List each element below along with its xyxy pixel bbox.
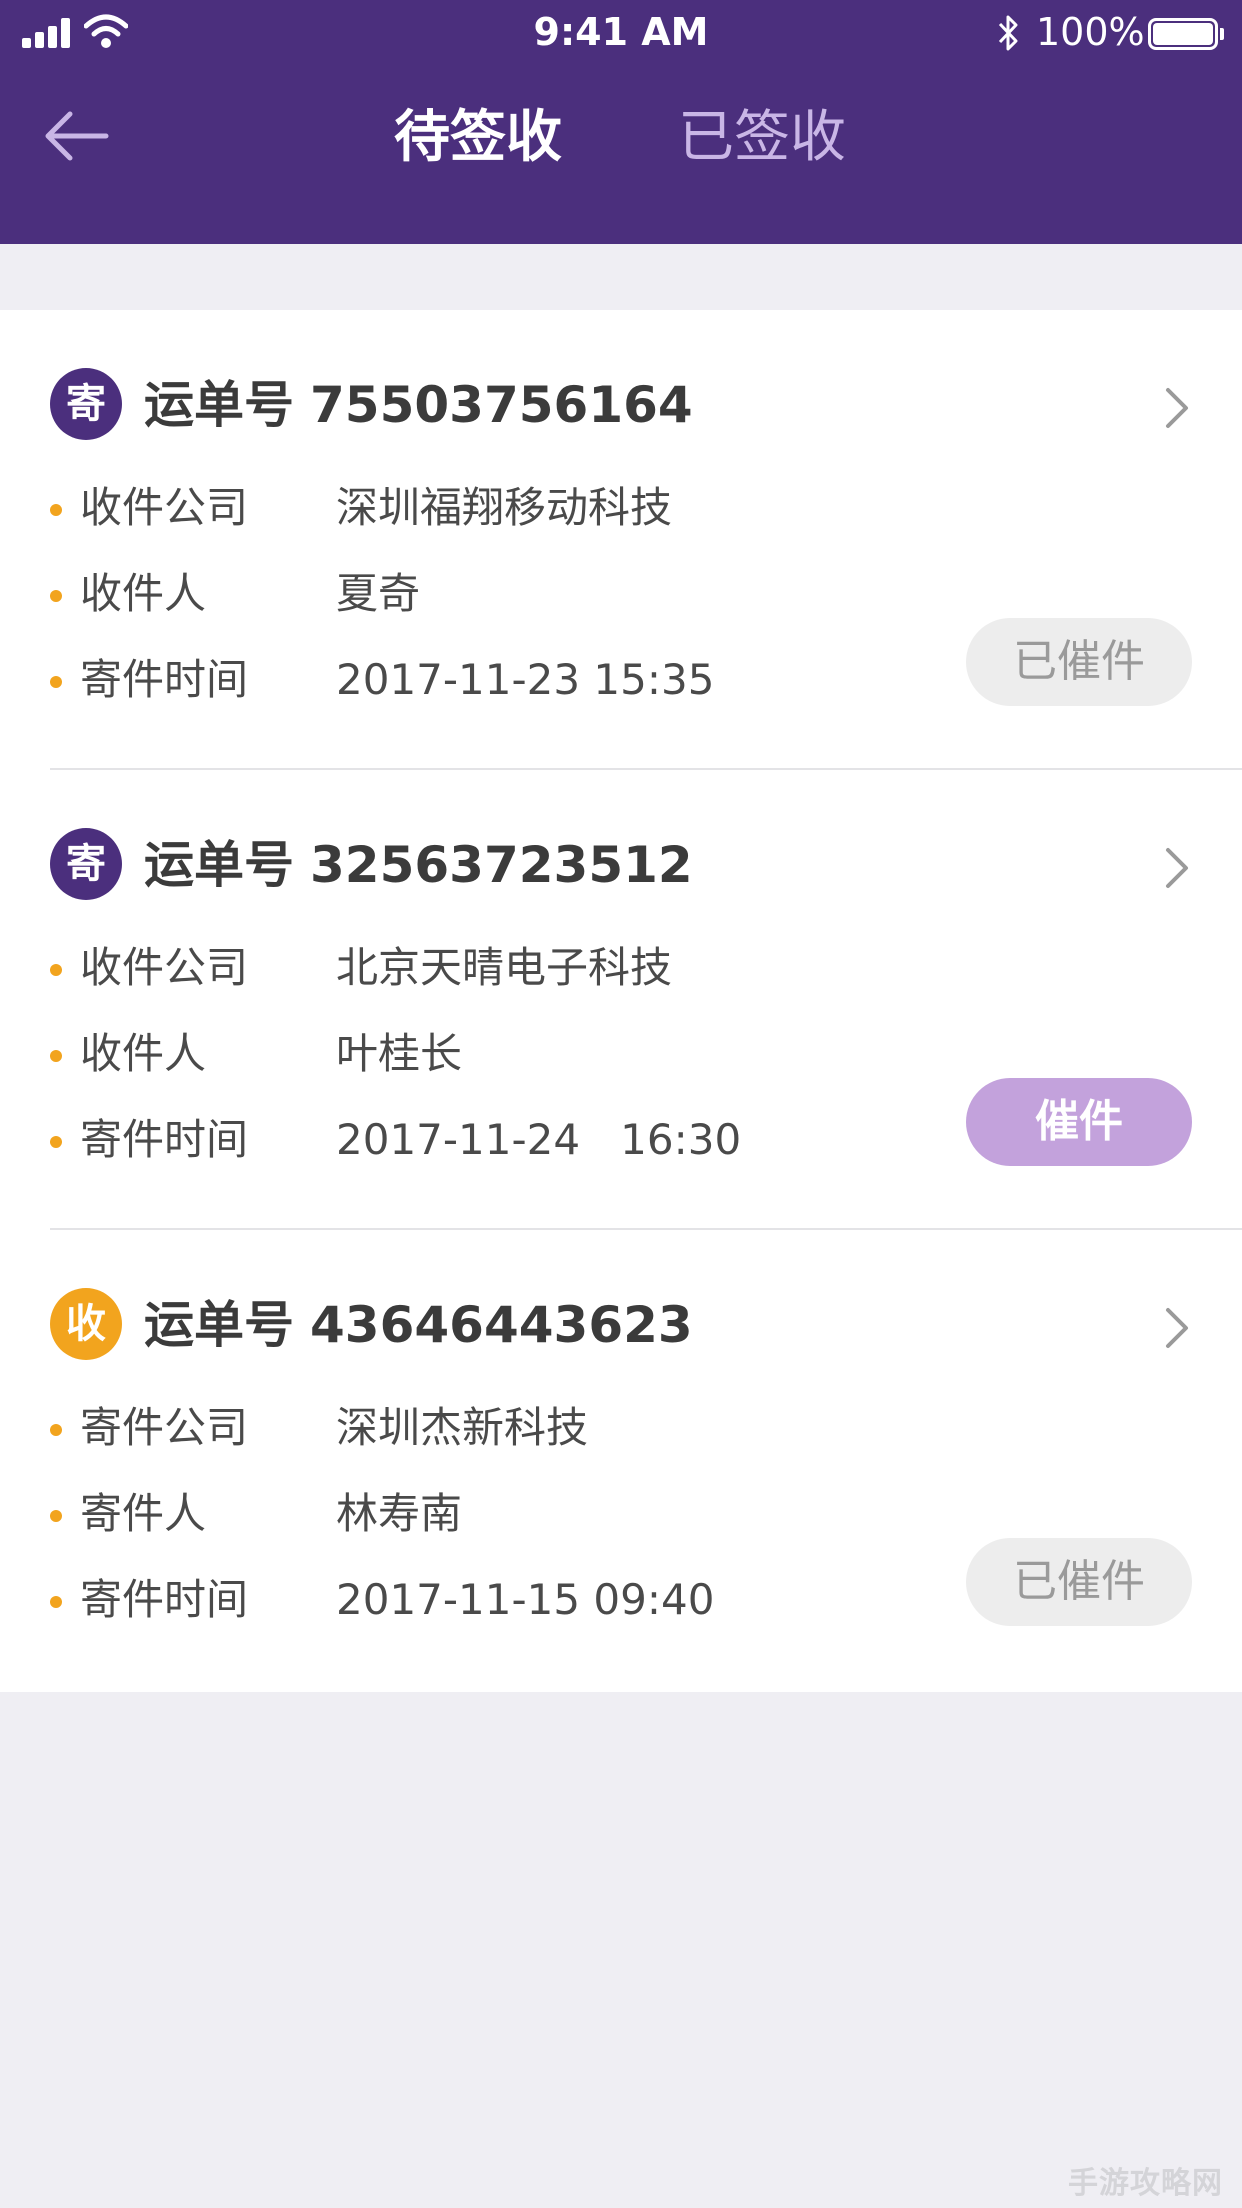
field-value: 夏奇 [336,569,421,618]
waybill-number: 32563723512 [310,836,693,894]
field-row: 寄件时间 2017-11-15 09:40 [50,1570,950,1630]
field-label: 寄件人 [80,1489,207,1538]
field-row: 寄件公司 深圳杰新科技 [50,1398,950,1458]
bullet-dot-icon [50,1510,62,1522]
field-value: 2017-11-24 16:30 [336,1115,742,1164]
bullet-dot-icon [50,676,62,688]
watermark: 手游攻略网 [1068,2166,1223,2201]
chevron-right-icon[interactable] [1162,846,1192,890]
field-row: 收件公司 深圳福翔移动科技 [50,478,950,538]
bullet-dot-icon [50,1424,62,1436]
tab-pending[interactable]: 待签收 [394,100,562,176]
field-value: 林寿南 [336,1489,463,1538]
field-row: 寄件人 林寿南 [50,1484,950,1544]
field-value: 北京天晴电子科技 [336,943,673,992]
field-row: 收件公司 北京天晴电子科技 [50,938,950,998]
bullet-dot-icon [50,1050,62,1062]
field-value: 2017-11-15 09:40 [336,1575,715,1624]
field-value: 深圳福翔移动科技 [336,483,673,532]
bluetooth-icon [998,15,1018,51]
waybill-title: 运单号 43646443623 [144,1290,693,1360]
field-value: 叶桂长 [336,1029,463,1078]
bullet-dot-icon [50,964,62,976]
urged-button[interactable]: 已催件 [966,1538,1192,1626]
bullet-dot-icon [50,1136,62,1148]
waybill-title: 运单号 75503756164 [144,370,693,440]
field-label: 寄件时间 [80,1575,249,1624]
waybill-number: 75503756164 [310,376,693,434]
waybill-card[interactable]: 寄 运单号 32563723512 收件公司 北京天晴电子科技 收件人 叶桂长 寄… [0,770,1242,1230]
status-bar: 9:41 AM 100% [0,0,1242,66]
field-label: 收件人 [80,569,207,618]
field-row: 收件人 夏奇 [50,564,950,624]
send-badge-icon: 寄 [50,368,122,440]
tab-received[interactable]: 已签收 [678,100,846,176]
field-row: 寄件时间 2017-11-24 16:30 [50,1110,950,1170]
field-row: 收件人 叶桂长 [50,1024,950,1084]
receive-badge-icon: 收 [50,1288,122,1360]
waybill-label: 运单号 [144,836,294,894]
bullet-dot-icon [50,504,62,516]
field-label: 收件人 [80,1029,207,1078]
waybill-label: 运单号 [144,376,294,434]
field-row: 寄件时间 2017-11-23 15:35 [50,650,950,710]
field-value: 深圳杰新科技 [336,1403,589,1452]
back-arrow-icon[interactable] [42,108,112,164]
waybill-card[interactable]: 寄 运单号 75503756164 收件公司 深圳福翔移动科技 收件人 夏奇 寄件… [0,310,1242,770]
bullet-dot-icon [50,1596,62,1608]
waybill-label: 运单号 [144,1296,294,1354]
waybill-number: 43646443623 [310,1296,693,1354]
field-label: 收件公司 [80,943,249,992]
chevron-right-icon[interactable] [1162,386,1192,430]
battery-percentage: 100% [1036,10,1145,54]
urge-button[interactable]: 催件 [966,1078,1192,1166]
waybill-list: 寄 运单号 75503756164 收件公司 深圳福翔移动科技 收件人 夏奇 寄件… [0,310,1242,1692]
chevron-right-icon[interactable] [1162,1306,1192,1350]
field-label: 寄件公司 [80,1403,249,1452]
waybill-card[interactable]: 收 运单号 43646443623 寄件公司 深圳杰新科技 寄件人 林寿南 寄件时… [0,1230,1242,1690]
battery-icon [1148,18,1224,50]
field-label: 收件公司 [80,483,249,532]
field-label: 寄件时间 [80,655,249,704]
nav-header: 9:41 AM 100% 待签收 已签收 [0,0,1242,244]
field-label: 寄件时间 [80,1115,249,1164]
urged-button[interactable]: 已催件 [966,618,1192,706]
bullet-dot-icon [50,590,62,602]
waybill-title: 运单号 32563723512 [144,830,693,900]
send-badge-icon: 寄 [50,828,122,900]
field-value: 2017-11-23 15:35 [336,655,715,704]
